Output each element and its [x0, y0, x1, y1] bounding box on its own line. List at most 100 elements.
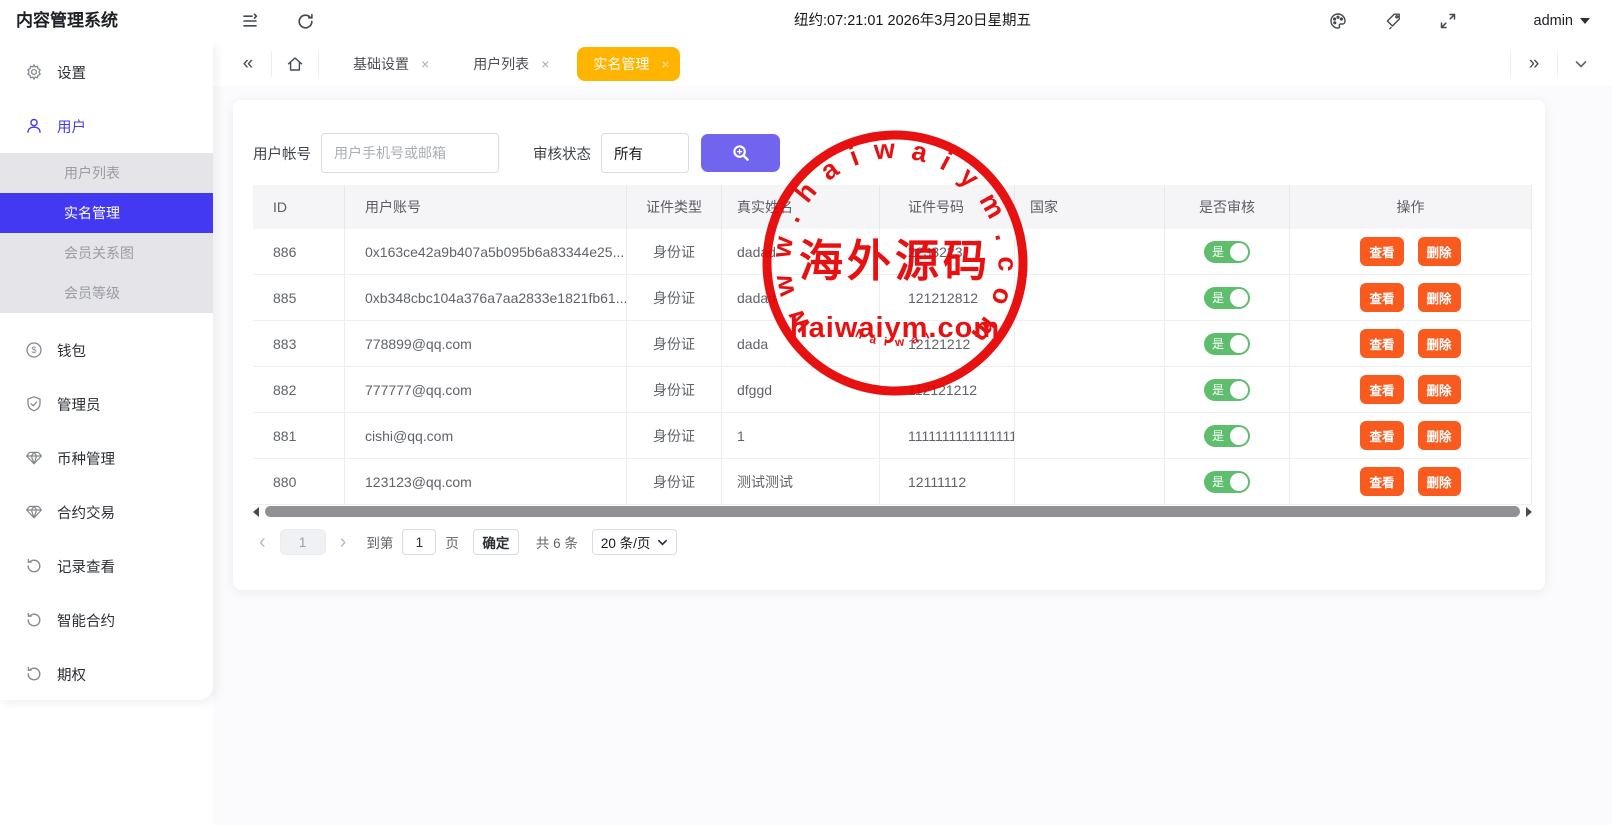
- toggle-knob: [1230, 335, 1248, 353]
- current-page-button[interactable]: 1: [280, 529, 326, 555]
- sidebar-item-label: 设置: [57, 62, 86, 83]
- audit-toggle[interactable]: 是: [1204, 425, 1250, 447]
- sidebar-item-label: 钱包: [57, 340, 86, 361]
- page-unit-label: 页: [445, 532, 459, 552]
- cell-id: 881: [253, 413, 345, 458]
- sidebar-item-records[interactable]: 记录查看: [0, 539, 213, 593]
- status-select[interactable]: 所有: [601, 133, 689, 173]
- home-icon[interactable]: [272, 42, 318, 86]
- toggle-label: 是: [1212, 335, 1224, 352]
- audit-toggle[interactable]: 是: [1204, 287, 1250, 309]
- user-name: admin: [1534, 13, 1574, 29]
- sidebar-item-smart-contract[interactable]: 智能合约: [0, 593, 213, 647]
- close-icon[interactable]: ×: [541, 57, 549, 71]
- cell-audit: 是: [1165, 413, 1290, 458]
- cell-country: [1015, 413, 1165, 458]
- table-row: 882 777777@qq.com 身份证 dfggd 112121212 是 …: [253, 367, 1532, 413]
- goto-page-input[interactable]: [402, 529, 436, 555]
- total-count-label: 共 6 条: [536, 532, 578, 552]
- audit-toggle[interactable]: 是: [1204, 379, 1250, 401]
- tag-icon[interactable]: [1381, 9, 1405, 33]
- cell-account: 778899@qq.com: [345, 321, 627, 366]
- delete-button[interactable]: 删除: [1418, 421, 1461, 450]
- theme-palette-icon[interactable]: [1326, 9, 1350, 33]
- view-button[interactable]: 查看: [1360, 283, 1403, 312]
- tabs-scroll-left-icon[interactable]: «: [225, 42, 271, 86]
- sidebar-item-wallet[interactable]: $ 钱包: [0, 323, 213, 377]
- audit-toggle[interactable]: 是: [1204, 241, 1250, 263]
- header-real-name: 真实姓名: [722, 185, 880, 229]
- scroll-left-arrow-icon[interactable]: [253, 507, 259, 517]
- cell-audit: 是: [1165, 275, 1290, 320]
- table-row: 881 cishi@qq.com 身份证 1 11111111111111111…: [253, 413, 1532, 459]
- sidebar-item-admins[interactable]: 管理员: [0, 377, 213, 431]
- submenu-item-realname[interactable]: 实名管理: [0, 193, 213, 233]
- sidebar-item-label: 合约交易: [57, 502, 115, 523]
- sidebar-item-contract-trade[interactable]: 合约交易: [0, 485, 213, 539]
- sidebar-item-users[interactable]: 用户: [0, 99, 213, 153]
- cell-real-name: 测试测试: [722, 459, 880, 504]
- delete-button[interactable]: 删除: [1418, 467, 1461, 496]
- toggle-label: 是: [1212, 289, 1224, 306]
- prev-page-icon[interactable]: ‹: [253, 529, 272, 555]
- view-button[interactable]: 查看: [1360, 375, 1403, 404]
- gear-icon: [25, 63, 43, 81]
- cell-country: [1015, 229, 1165, 274]
- tab-basic-settings[interactable]: 基础设置 ×: [337, 47, 439, 81]
- tabs-menu-chevron-icon[interactable]: [1558, 42, 1604, 86]
- submenu-item-user-list[interactable]: 用户列表: [0, 153, 213, 193]
- cell-account: 123123@qq.com: [345, 459, 627, 504]
- toggle-label: 是: [1212, 381, 1224, 398]
- tabbar-right-controls: »: [1510, 42, 1612, 86]
- audit-toggle[interactable]: 是: [1204, 471, 1250, 493]
- audit-toggle[interactable]: 是: [1204, 333, 1250, 355]
- tabs-scroll-right-icon[interactable]: »: [1511, 42, 1557, 86]
- cell-account: 0x163ce42a9b407a5b095b6a83344e25...: [345, 229, 627, 274]
- sidebar-item-coins[interactable]: 币种管理: [0, 431, 213, 485]
- users-submenu: 用户列表 实名管理 会员关系图 会员等级: [0, 153, 213, 313]
- delete-button[interactable]: 删除: [1418, 283, 1461, 312]
- header-id: ID: [253, 185, 345, 229]
- search-button[interactable]: [701, 134, 780, 172]
- scrollbar-thumb[interactable]: [265, 506, 1520, 517]
- search-icon: [731, 143, 751, 163]
- cell-country: [1015, 321, 1165, 366]
- page-size-value: 20 条/页: [601, 532, 651, 552]
- view-button[interactable]: 查看: [1360, 467, 1403, 496]
- fullscreen-icon[interactable]: [1436, 9, 1460, 33]
- filter-bar: 用户帐号 审核状态 所有: [253, 133, 780, 173]
- status-selected-value: 所有: [614, 143, 643, 164]
- diamond-icon: [25, 449, 43, 467]
- cell-account: 0xb348cbc104a376a7aa2833e1821fb61...: [345, 275, 627, 320]
- delete-button[interactable]: 删除: [1418, 375, 1461, 404]
- cell-cert-no: 111111111111111111: [880, 413, 1015, 458]
- toggle-label: 是: [1212, 427, 1224, 444]
- confirm-button[interactable]: 确定: [473, 529, 519, 555]
- cell-country: [1015, 459, 1165, 504]
- delete-button[interactable]: 删除: [1418, 237, 1461, 266]
- next-page-icon[interactable]: ›: [334, 529, 353, 555]
- toggle-knob: [1230, 381, 1248, 399]
- scroll-right-arrow-icon[interactable]: [1526, 507, 1532, 517]
- content-area: 用户帐号 审核状态 所有: [213, 86, 1612, 825]
- user-menu[interactable]: admin: [1534, 0, 1591, 42]
- history-icon: [25, 557, 43, 575]
- delete-button[interactable]: 删除: [1418, 329, 1461, 358]
- view-button[interactable]: 查看: [1360, 237, 1403, 266]
- cell-id: 880: [253, 459, 345, 504]
- submenu-item-member-level[interactable]: 会员等级: [0, 273, 213, 313]
- diamond-icon: [25, 503, 43, 521]
- table-row: 885 0xb348cbc104a376a7aa2833e1821fb61...…: [253, 275, 1532, 321]
- sidebar-item-settings[interactable]: 设置: [0, 45, 213, 99]
- view-button[interactable]: 查看: [1360, 329, 1403, 358]
- close-icon[interactable]: ×: [661, 57, 669, 71]
- view-button[interactable]: 查看: [1360, 421, 1403, 450]
- tab-user-list[interactable]: 用户列表 ×: [457, 47, 559, 81]
- page-size-select[interactable]: 20 条/页: [592, 529, 678, 555]
- account-input[interactable]: [321, 133, 499, 173]
- divider: [318, 51, 319, 77]
- submenu-item-member-graph[interactable]: 会员关系图: [0, 233, 213, 273]
- tab-realname[interactable]: 实名管理 ×: [577, 47, 679, 81]
- close-icon[interactable]: ×: [421, 57, 429, 71]
- sidebar-item-options[interactable]: 期权: [0, 647, 213, 701]
